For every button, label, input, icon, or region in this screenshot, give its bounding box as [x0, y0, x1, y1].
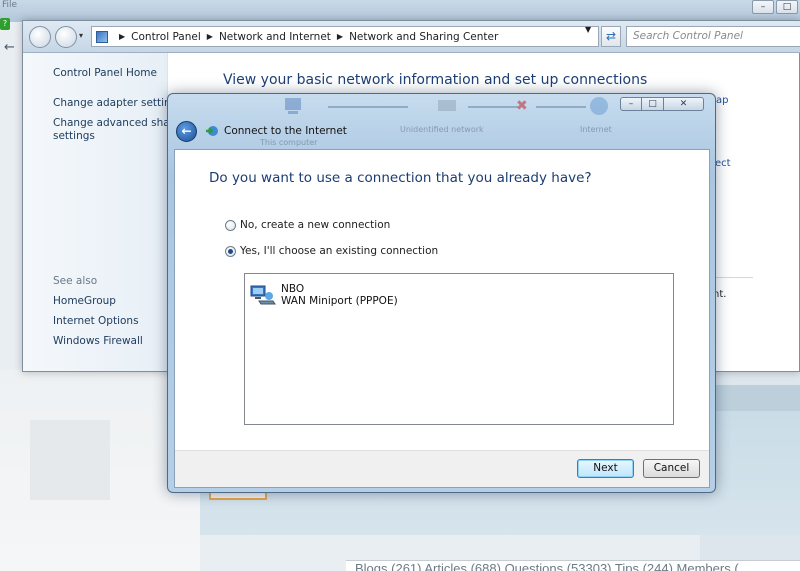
history-dropdown-icon[interactable]: ▾: [79, 31, 83, 40]
connect-link[interactable]: ect: [715, 158, 731, 169]
sidebar: Control Panel Home Change adapter settin…: [23, 53, 184, 371]
breadcrumb[interactable]: ▶ Control Panel ▶ Network and Internet ▶…: [91, 26, 599, 47]
back-arrow-icon: ←: [4, 40, 15, 55]
sidebar-item-internet-options[interactable]: Internet Options: [53, 315, 139, 327]
background-block: [30, 420, 110, 500]
radio-create-new[interactable]: [225, 219, 236, 231]
sidebar-item-homegroup[interactable]: HomeGroup: [53, 295, 116, 307]
globe-icon: [590, 97, 608, 115]
close-icon[interactable]: ✕: [664, 97, 704, 111]
address-dropdown-icon[interactable]: ▼: [585, 25, 591, 34]
chevron-right-icon[interactable]: ▶: [337, 32, 343, 41]
forward-button[interactable]: [55, 26, 77, 48]
page-title: View your basic network information and …: [223, 72, 648, 88]
ghost-label-internet: Internet: [580, 125, 612, 134]
list-item[interactable]: NBO WAN Miniport (PPPOE): [249, 282, 398, 312]
address-bar: ▾ ▶ Control Panel ▶ Network and Internet…: [23, 21, 800, 53]
sidebar-item-change-adapter[interactable]: Change adapter settings: [53, 97, 183, 109]
see-full-map-link[interactable]: ap: [716, 95, 728, 106]
minimize-icon[interactable]: –: [620, 97, 642, 111]
minimize-icon: –: [752, 0, 774, 14]
network-icon: [438, 100, 456, 111]
ghost-connector: [468, 106, 518, 108]
connection-type: WAN Miniport (PPPOE): [281, 295, 398, 307]
sidebar-item-change-advanced[interactable]: Change advanced sharin: [53, 117, 184, 129]
refresh-icon[interactable]: ⇄: [601, 26, 621, 47]
breadcrumb-control-panel[interactable]: Control Panel: [131, 31, 201, 43]
ghost-connector: [536, 106, 586, 108]
cancel-button[interactable]: Cancel: [643, 459, 700, 478]
background-window-controls: – □: [752, 0, 798, 14]
back-arrow-icon[interactable]: ←: [176, 121, 197, 142]
green-app-icon: ?: [0, 18, 10, 30]
divider: [713, 277, 753, 278]
connection-list[interactable]: NBO WAN Miniport (PPPOE): [244, 273, 674, 425]
breadcrumb-network-sharing-center[interactable]: Network and Sharing Center: [349, 31, 498, 43]
file-menu: File: [2, 0, 18, 10]
next-button[interactable]: Next: [577, 459, 634, 478]
back-button[interactable]: [29, 26, 51, 48]
dialog-title: Connect to the Internet: [224, 125, 347, 137]
option-use-existing[interactable]: Yes, I'll choose an existing connection: [225, 245, 438, 257]
sidebar-item-windows-firewall[interactable]: Windows Firewall: [53, 335, 143, 347]
option-create-new-label[interactable]: No, create a new connection: [240, 219, 390, 231]
ghost-label-unidentified-network: Unidentified network: [400, 125, 484, 134]
computer-icon: [285, 98, 301, 114]
control-panel-icon: [96, 30, 108, 43]
dialog-body: Do you want to use a connection that you…: [174, 149, 710, 488]
connection-name: NBO: [281, 283, 305, 295]
network-adapter-icon: [250, 285, 276, 305]
ghost-connector: [328, 106, 408, 108]
disconnected-x-icon: ✖: [516, 98, 528, 114]
search-input[interactable]: Search Control Panel: [626, 26, 800, 47]
maximize-icon: □: [776, 0, 798, 14]
network-connect-icon: [206, 126, 218, 136]
dialog-window-controls: – □ ✕: [620, 97, 704, 111]
background-footer-links: Blogs (261) Articles (688) Questions (53…: [355, 561, 750, 571]
option-create-new[interactable]: No, create a new connection: [225, 219, 390, 231]
ghost-label-this-computer: This computer: [260, 138, 318, 147]
maximize-icon[interactable]: □: [642, 97, 664, 111]
sidebar-item-change-advanced-line2[interactable]: settings: [53, 130, 95, 142]
option-use-existing-label[interactable]: Yes, I'll choose an existing connection: [240, 245, 438, 257]
chevron-right-icon[interactable]: ▶: [119, 32, 125, 41]
background-taskbar: [0, 0, 800, 22]
dialog-footer: Next Cancel: [175, 450, 709, 487]
sidebar-item-control-panel-home[interactable]: Control Panel Home: [53, 67, 157, 79]
connect-to-internet-dialog: ✖ This computer Unidentified network Int…: [167, 93, 716, 493]
see-also-heading: See also: [53, 275, 98, 287]
radio-use-existing[interactable]: [225, 245, 236, 257]
breadcrumb-network-internet[interactable]: Network and Internet: [219, 31, 331, 43]
dialog-question: Do you want to use a connection that you…: [209, 170, 592, 186]
chevron-right-icon[interactable]: ▶: [207, 32, 213, 41]
